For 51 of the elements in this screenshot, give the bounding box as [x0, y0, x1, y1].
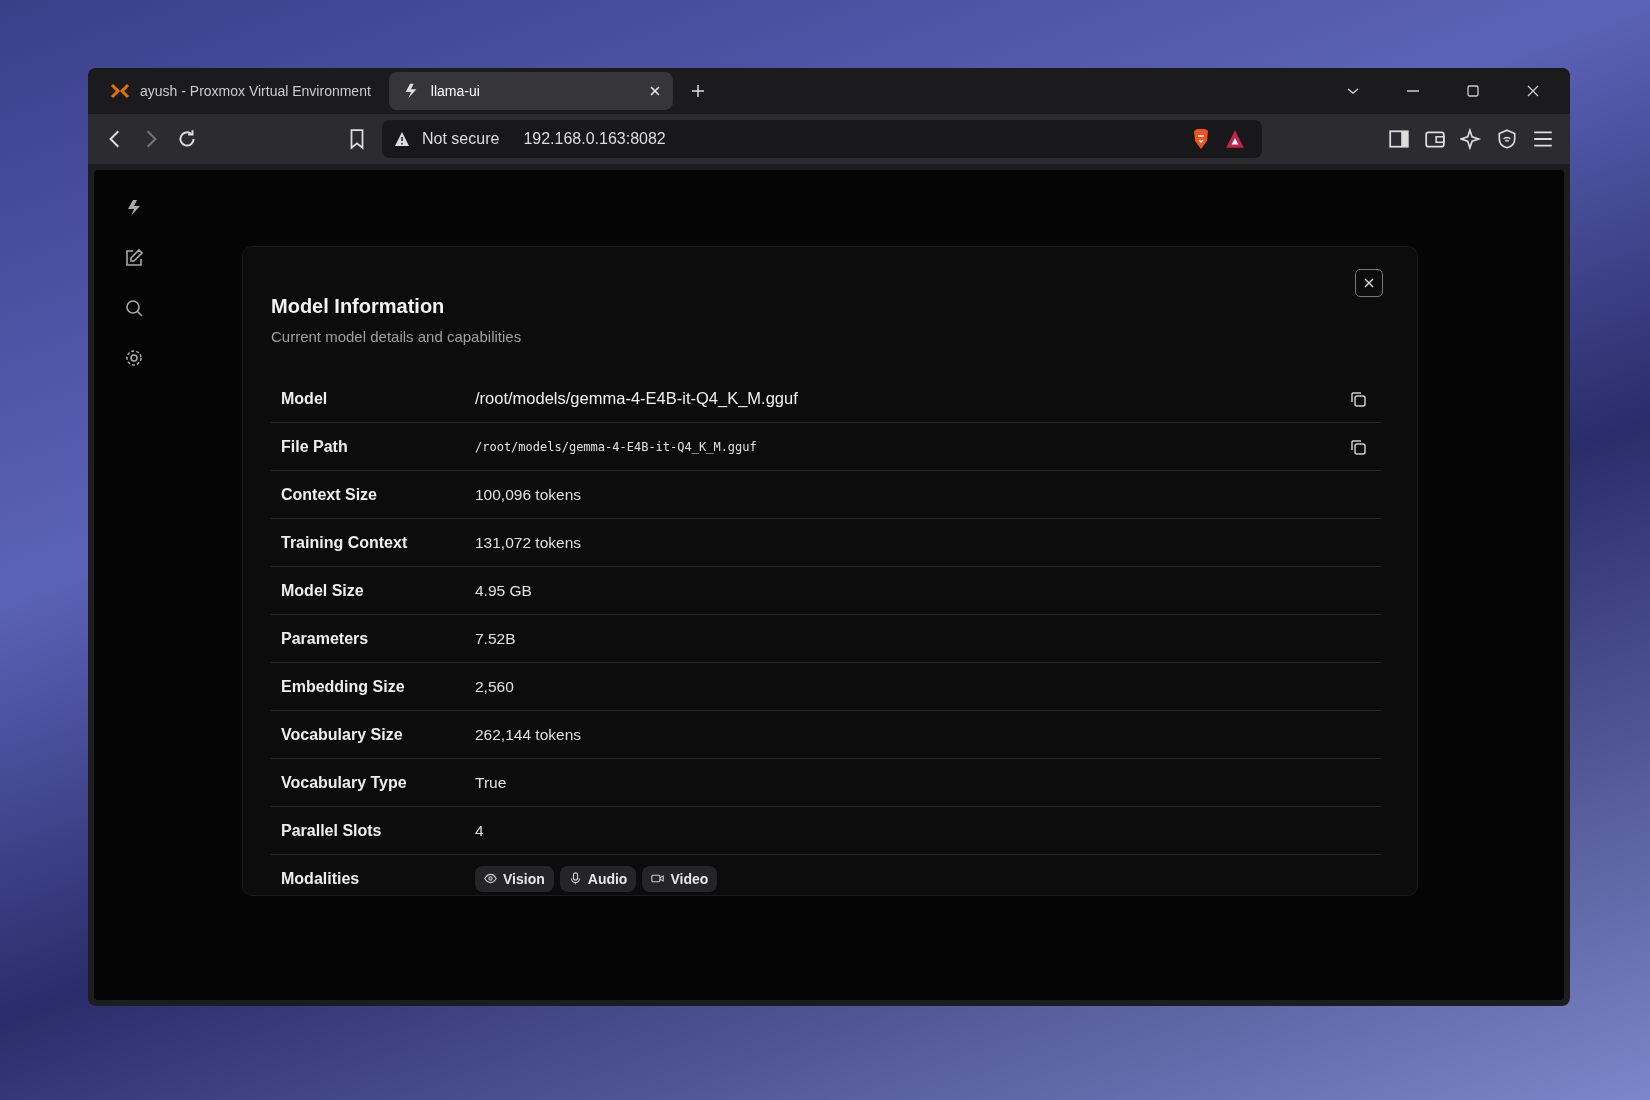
settings-icon[interactable]: [124, 348, 144, 368]
close-icon[interactable]: [1526, 84, 1540, 98]
eye-icon: [484, 872, 497, 885]
property-value: 4.95 GB: [475, 581, 532, 600]
property-value: /root/models/gemma-4-E4B-it-Q4_K_M.gguf: [475, 439, 757, 454]
triangle-icon[interactable]: [1224, 128, 1246, 150]
edit-icon[interactable]: [124, 248, 144, 268]
close-tab-icon[interactable]: [648, 85, 661, 97]
property-value: /root/models/gemma-4-E4B-it-Q4_K_M.gguf: [475, 389, 798, 408]
modality-tag: Audio: [559, 865, 637, 892]
browser-tab[interactable]: ayush - Proxmox Virtual Environment: [98, 72, 383, 110]
property-label: Vocabulary Size: [281, 725, 404, 744]
modality-tag: Vision: [475, 865, 554, 892]
new-tab-icon[interactable]: [690, 84, 705, 98]
property-value: 2,560: [475, 677, 514, 696]
property-value: 262,144 tokens: [475, 725, 581, 744]
microphone-icon: [568, 872, 582, 885]
property-value: 4: [475, 821, 484, 840]
url-text: 192.168.0.163:8082: [523, 130, 666, 148]
property-value: 131,072 tokens: [475, 533, 581, 552]
address-bar[interactable]: Not secure 192.168.0.163:8082: [382, 120, 1262, 158]
property-label: Model: [281, 389, 329, 408]
dialog-subtitle: Current model details and capabilities: [271, 328, 522, 345]
property-label: File Path: [281, 437, 349, 456]
property-value: 7.52B: [475, 629, 516, 648]
copy-icon[interactable]: [1349, 437, 1367, 456]
maximize-icon[interactable]: [1466, 84, 1480, 98]
modality-tag: Video: [642, 865, 718, 892]
shield-icon[interactable]: [1496, 128, 1518, 150]
close-button[interactable]: [1355, 269, 1383, 297]
video-camera-icon: [651, 872, 665, 885]
property-label: Context Size: [281, 485, 378, 504]
x-logo-icon: [110, 82, 130, 100]
property-value: 100,096 tokens: [475, 485, 581, 504]
x-icon: [1363, 277, 1375, 289]
property-label: Modalities: [281, 869, 361, 888]
property-value: True: [475, 773, 507, 792]
browser-tab[interactable]: llama-ui: [388, 72, 673, 110]
property-label: Training Context: [281, 533, 409, 552]
dialog-title: Model Information: [271, 295, 446, 318]
security-label[interactable]: Not secure: [422, 130, 500, 148]
property-label: Model Size: [281, 581, 365, 600]
property-label: Embedding Size: [281, 677, 406, 696]
copy-icon[interactable]: [1349, 389, 1367, 408]
sidebar-icon[interactable]: [1388, 128, 1410, 150]
property-label: Parameters: [281, 629, 370, 648]
sparkle-icon[interactable]: [1460, 128, 1482, 150]
search-icon[interactable]: [124, 298, 144, 318]
warning-icon: [394, 131, 410, 147]
property-label: Parallel Slots: [281, 821, 383, 840]
property-label: Vocabulary Type: [281, 773, 408, 792]
